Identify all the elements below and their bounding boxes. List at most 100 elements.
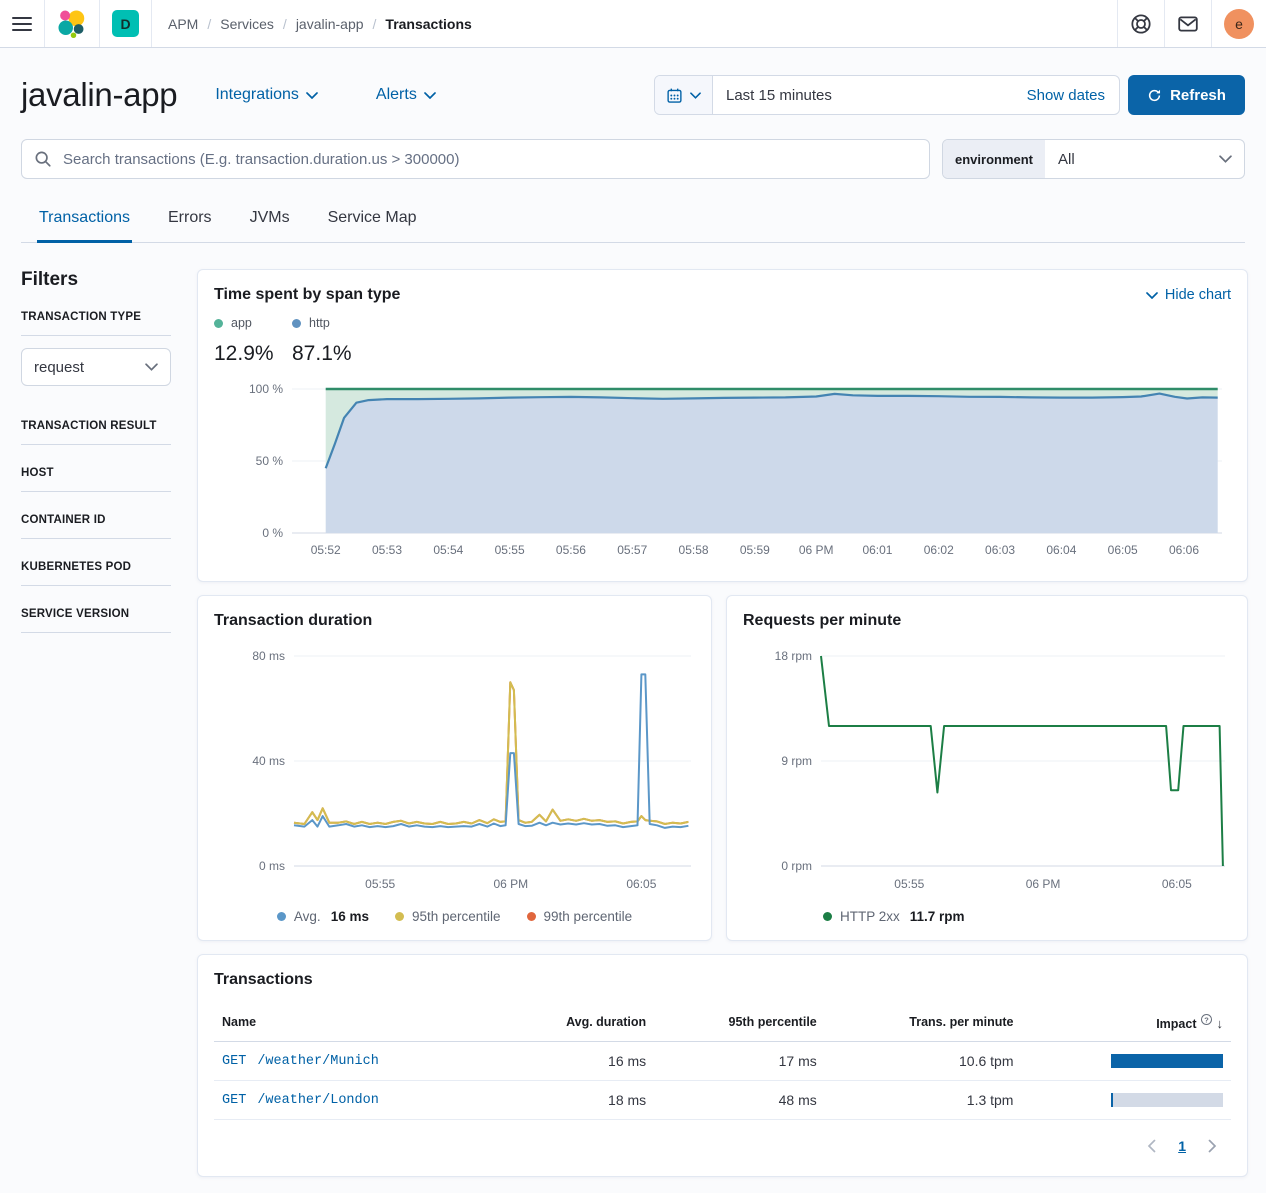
transaction-duration-panel: Transaction duration 0 ms40 ms80 ms05:55…: [197, 595, 712, 941]
span-panel-title: Time spent by span type: [214, 286, 400, 304]
divider: [21, 632, 171, 633]
deployment-badge[interactable]: D: [112, 10, 139, 37]
divider: [21, 444, 171, 445]
environment-select[interactable]: environment All: [942, 139, 1245, 179]
table-row: GET/weather/London 18 ms 48 ms 1.3 tpm: [214, 1081, 1231, 1120]
col-95th[interactable]: 95th percentile: [654, 1003, 825, 1042]
user-avatar[interactable]: e: [1224, 9, 1254, 39]
hide-chart-label: Hide chart: [1165, 287, 1231, 303]
col-name[interactable]: Name: [214, 1003, 497, 1042]
service-header: javalin-app Integrations Alerts: [21, 75, 1245, 115]
rpm-panel-title: Requests per minute: [743, 612, 1231, 630]
svg-text:06:05: 06:05: [626, 877, 656, 891]
deployment-switcher[interactable]: D: [100, 0, 152, 47]
chevron-left-icon: [1147, 1139, 1156, 1153]
breadcrumb-services[interactable]: Services: [220, 16, 274, 32]
chevron-down-icon: [1146, 292, 1158, 299]
svg-text:05:56: 05:56: [556, 543, 586, 557]
page-title: javalin-app: [21, 76, 177, 114]
transaction-duration-chart: 0 ms40 ms80 ms05:5506 PM06:05: [214, 644, 695, 899]
help-button[interactable]: [1117, 0, 1164, 47]
facet-container-id: CONTAINER ID: [21, 514, 171, 539]
search-icon: [34, 150, 52, 168]
method-label: GET: [222, 1093, 246, 1108]
hamburger-icon[interactable]: [12, 17, 32, 31]
svg-text:?: ?: [1204, 1015, 1209, 1024]
refresh-button[interactable]: Refresh: [1128, 75, 1245, 115]
duration-panel-title: Transaction duration: [214, 612, 695, 630]
hide-chart-button[interactable]: Hide chart: [1146, 287, 1231, 303]
refresh-icon: [1147, 88, 1162, 103]
breadcrumb-apm[interactable]: APM: [168, 16, 198, 32]
p95-value: 17 ms: [654, 1042, 825, 1081]
transactions-table-panel: Transactions Name Avg. duration 95th per…: [197, 954, 1248, 1177]
chevron-down-icon: [306, 92, 318, 99]
date-quick-select-button[interactable]: [655, 76, 713, 114]
svg-text:06:05: 06:05: [1162, 877, 1192, 891]
newsfeed-button[interactable]: [1164, 0, 1211, 47]
svg-text:9 rpm: 9 rpm: [781, 754, 812, 768]
tab-errors[interactable]: Errors: [166, 201, 214, 243]
impact-bar: [1111, 1054, 1223, 1068]
chevron-down-icon: [424, 92, 436, 99]
svg-text:18 rpm: 18 rpm: [775, 649, 812, 663]
http2xx-legend-label: HTTP 2xx: [840, 909, 900, 924]
user-menu[interactable]: e: [1211, 0, 1266, 47]
app-legend-dot: [214, 319, 223, 328]
previous-page-button[interactable]: [1147, 1139, 1156, 1153]
filters-heading: Filters: [21, 269, 171, 291]
svg-text:0 rpm: 0 rpm: [781, 859, 812, 873]
span-percentages: 12.9% 87.1%: [214, 342, 1231, 366]
svg-text:05:57: 05:57: [617, 543, 647, 557]
tab-jvms[interactable]: JVMs: [248, 201, 292, 243]
search-input[interactable]: [61, 150, 917, 169]
impact-bar-fill: [1111, 1054, 1223, 1068]
p99-legend-dot: [527, 912, 536, 921]
integrations-menu[interactable]: Integrations: [215, 86, 318, 104]
environment-value: All: [1045, 140, 1219, 178]
method-label: GET: [222, 1054, 246, 1069]
question-circle-icon: ?: [1200, 1013, 1213, 1026]
transaction-type-select[interactable]: request: [21, 348, 171, 386]
col-tpm[interactable]: Trans. per minute: [825, 1003, 1022, 1042]
impact-bar: [1111, 1093, 1223, 1107]
svg-text:06:06: 06:06: [1169, 543, 1199, 557]
show-dates-button[interactable]: Show dates: [1027, 76, 1119, 114]
time-range-value[interactable]: Last 15 minutes: [713, 76, 1027, 114]
duration-legend: Avg. 16 ms 95th percentile 99th percenti…: [214, 909, 695, 924]
impact-label: Impact: [1156, 1017, 1196, 1031]
span-type-panel: Time spent by span type Hide chart app: [197, 269, 1248, 582]
svg-text:80 ms: 80 ms: [252, 649, 285, 663]
menu-button[interactable]: [0, 0, 45, 47]
breadcrumb: APM / Services / javalin-app / Transacti…: [152, 0, 488, 47]
impact-cell: [1021, 1042, 1231, 1081]
facet-kubernetes-pod: KUBERNETES POD: [21, 561, 171, 586]
tab-transactions[interactable]: Transactions: [37, 201, 132, 243]
svg-text:06 PM: 06 PM: [799, 543, 834, 557]
transaction-type-label: TRANSACTION TYPE: [21, 311, 171, 323]
service-tabs: Transactions Errors JVMs Service Map: [21, 201, 1245, 243]
chevron-down-icon: [1219, 155, 1232, 163]
transaction-link-munich[interactable]: GET/weather/Munich: [214, 1042, 497, 1081]
divider: [21, 335, 171, 336]
breadcrumb-service[interactable]: javalin-app: [296, 16, 364, 32]
date-picker: Last 15 minutes Show dates: [654, 75, 1120, 115]
tab-service-map[interactable]: Service Map: [326, 201, 419, 243]
elastic-logo[interactable]: [45, 0, 100, 47]
p95-legend-dot: [395, 912, 404, 921]
next-page-button[interactable]: [1208, 1139, 1217, 1153]
transactions-table: Name Avg. duration 95th percentile Trans…: [214, 1003, 1231, 1120]
page-number[interactable]: 1: [1178, 1138, 1186, 1154]
svg-text:05:59: 05:59: [740, 543, 770, 557]
svg-text:0 %: 0 %: [262, 526, 283, 540]
http-legend-label: http: [309, 316, 330, 330]
transaction-link-london[interactable]: GET/weather/London: [214, 1081, 497, 1120]
svg-text:05:52: 05:52: [311, 543, 341, 557]
col-avg-duration[interactable]: Avg. duration: [497, 1003, 654, 1042]
col-impact[interactable]: Impact?↓: [1021, 1003, 1231, 1042]
alerts-label: Alerts: [376, 86, 417, 104]
svg-text:05:55: 05:55: [365, 877, 395, 891]
alerts-menu[interactable]: Alerts: [376, 86, 436, 104]
svg-text:05:55: 05:55: [495, 543, 525, 557]
facet-service-version: SERVICE VERSION: [21, 608, 171, 633]
